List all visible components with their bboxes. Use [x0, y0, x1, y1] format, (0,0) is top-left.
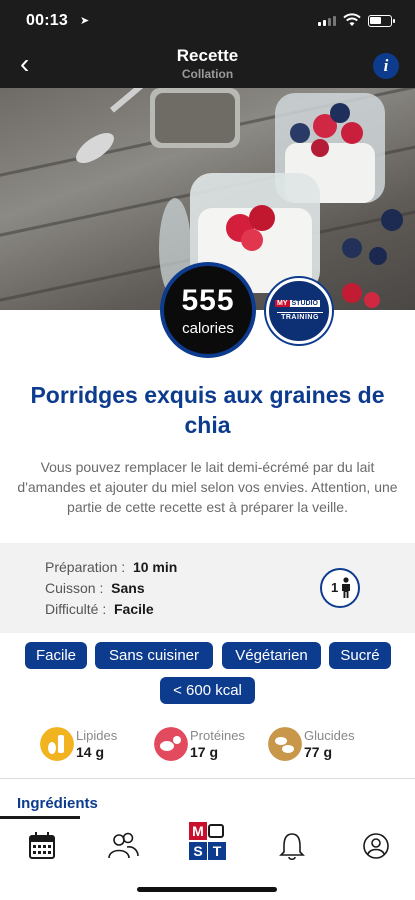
recipe-description: Vous pouvez remplacer le lait demi-écrém… [17, 459, 398, 515]
proteines-icon [154, 727, 188, 761]
wifi-icon [343, 13, 361, 26]
calendar-icon[interactable] [22, 826, 62, 866]
status-time: 00:13 [26, 12, 68, 29]
tag-600-kcal[interactable]: < 600 kcal [160, 677, 255, 704]
brand-line1-b: STUDIO [289, 300, 320, 307]
brand-line1-a: MY [275, 300, 290, 307]
location-arrow-icon: ➤ [80, 15, 90, 27]
page-title: Recette [176, 46, 239, 65]
macro-value: 17 g [190, 744, 219, 760]
section-underline [0, 816, 80, 819]
glucides-icon [268, 727, 302, 761]
logo-letter-t: T [208, 842, 226, 860]
calories-label: calories [182, 320, 234, 337]
top-bar: 00:13 ➤ ‹ Recette Collation i [0, 0, 415, 88]
signal-icon [318, 16, 336, 26]
kettlebell-icon [208, 824, 224, 838]
lipides-icon [40, 727, 74, 761]
macro-value: 14 g [76, 744, 105, 760]
nav-bar: ‹ Recette Collation i [0, 44, 415, 88]
macro-label: Lipides [76, 728, 118, 743]
people-icon[interactable] [103, 826, 143, 866]
servings-badge: 1 [320, 568, 360, 608]
profile-icon[interactable] [356, 826, 396, 866]
recipe-title: Porridges exquis aux graines de chia [30, 382, 385, 438]
home-indicator[interactable] [137, 887, 277, 892]
divider [0, 778, 415, 779]
status-bar: 00:13 ➤ [0, 0, 415, 44]
difficulty: Difficulté : Facile [45, 601, 154, 617]
info-icon[interactable]: i [373, 53, 399, 79]
macro-label: Protéines [190, 728, 245, 743]
tag-sucre[interactable]: Sucré [329, 642, 391, 669]
servings-count: 1 [331, 580, 339, 595]
calories-value: 555 [181, 284, 235, 317]
brand-line2: TRAINING [277, 312, 323, 321]
tag-vegetarien[interactable]: Végétarien [222, 642, 321, 669]
macro-lipides: Lipides 14 g [40, 725, 130, 765]
ingredients-heading[interactable]: Ingrédients [17, 795, 98, 812]
recipe-details: Préparation : 10 min Cuisson : Sans Diff… [0, 543, 415, 633]
logo-letter-s: S [189, 842, 207, 860]
macro-value: 77 g [304, 744, 333, 760]
logo-letter-m: M [189, 822, 207, 840]
tag-sans-cuisiner[interactable]: Sans cuisiner [95, 642, 213, 669]
macro-glucides: Glucides 77 g [268, 725, 368, 765]
macro-label: Glucides [304, 728, 355, 743]
cook-time: Cuisson : Sans [45, 580, 145, 596]
battery-icon [368, 15, 395, 27]
tag-facile[interactable]: Facile [25, 642, 87, 669]
person-icon [342, 577, 350, 598]
prep-time: Préparation : 10 min [45, 559, 178, 575]
bell-icon[interactable] [272, 826, 312, 866]
mst-logo-tab[interactable]: M S T [187, 822, 227, 866]
page-subtitle: Collation [181, 67, 234, 81]
brand-logo: MY STUDIO TRAINING [266, 278, 332, 344]
calories-badge: 555 calories [160, 262, 256, 358]
macro-proteines: Protéines 17 g [154, 725, 254, 765]
